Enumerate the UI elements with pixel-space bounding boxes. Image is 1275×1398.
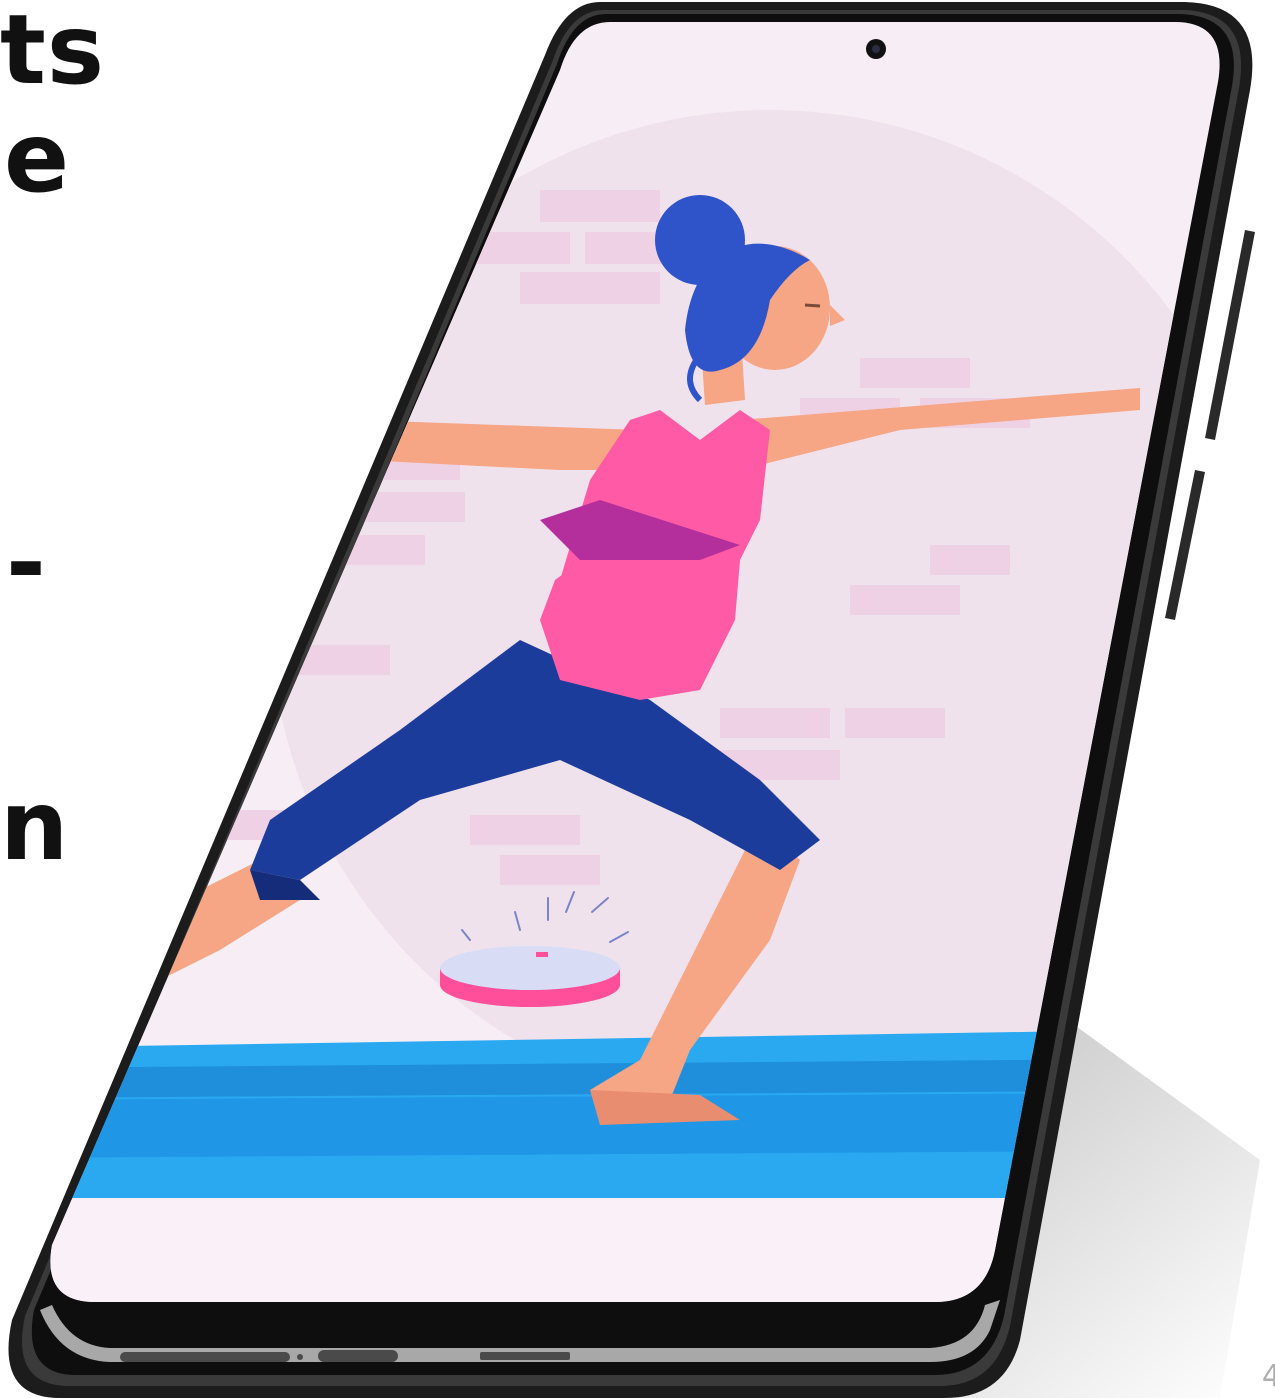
page-number: 4 — [1261, 1359, 1275, 1394]
phone-illustration — [8, 2, 1260, 1398]
